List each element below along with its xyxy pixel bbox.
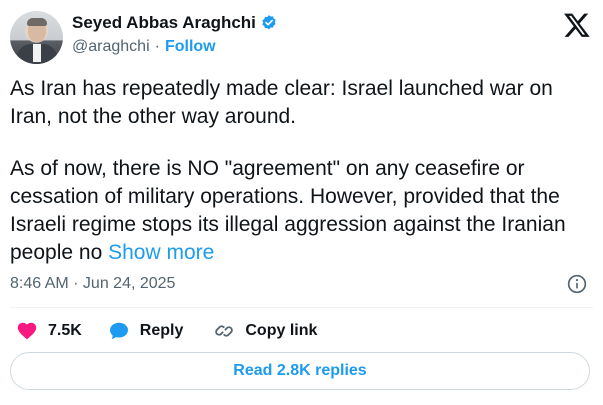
reply-label: Reply [139, 322, 184, 339]
tweet-text: As Iran has repeatedly made clear: Israe… [10, 75, 593, 267]
tweet-paragraph-text: As of now, there is NO "agreement" on an… [10, 157, 566, 264]
read-replies-button[interactable]: Read 2.8K replies [10, 352, 590, 390]
heart-icon [17, 322, 37, 340]
reply-button[interactable]: Reply [108, 320, 184, 342]
verified-badge-icon [262, 15, 276, 30]
info-icon[interactable] [567, 274, 587, 294]
tweet-paragraph: As of now, there is NO "agreement" on an… [10, 155, 593, 267]
show-more-link[interactable]: Show more [108, 241, 214, 264]
author-avatar[interactable] [10, 11, 63, 64]
copy-link-button[interactable]: Copy link [213, 320, 317, 342]
tweet-paragraph: As Iran has repeatedly made clear: Israe… [10, 77, 553, 128]
x-logo-icon[interactable] [563, 11, 591, 39]
like-count: 7.5K [48, 322, 82, 339]
author-name[interactable]: Seyed Abbas Araghchi [72, 13, 256, 33]
author-name-row: Seyed Abbas Araghchi [72, 12, 278, 34]
separator-dot: · [154, 38, 160, 55]
tweet-timestamp[interactable]: 8:46 AM · Jun 24, 2025 [10, 275, 175, 293]
divider [10, 307, 593, 308]
follow-button[interactable]: Follow [165, 38, 216, 56]
tweet-actions: 7.5K Reply Copy link [10, 318, 317, 344]
author-handle-row: @araghchi · Follow [72, 38, 216, 56]
reply-bubble-icon [109, 322, 128, 340]
like-button[interactable]: 7.5K [16, 320, 82, 342]
copy-link-label: Copy link [245, 322, 318, 339]
author-handle[interactable]: @araghchi [72, 38, 150, 56]
tweet-card: Seyed Abbas Araghchi @araghchi · Follow … [0, 0, 603, 405]
link-icon [215, 325, 234, 337]
